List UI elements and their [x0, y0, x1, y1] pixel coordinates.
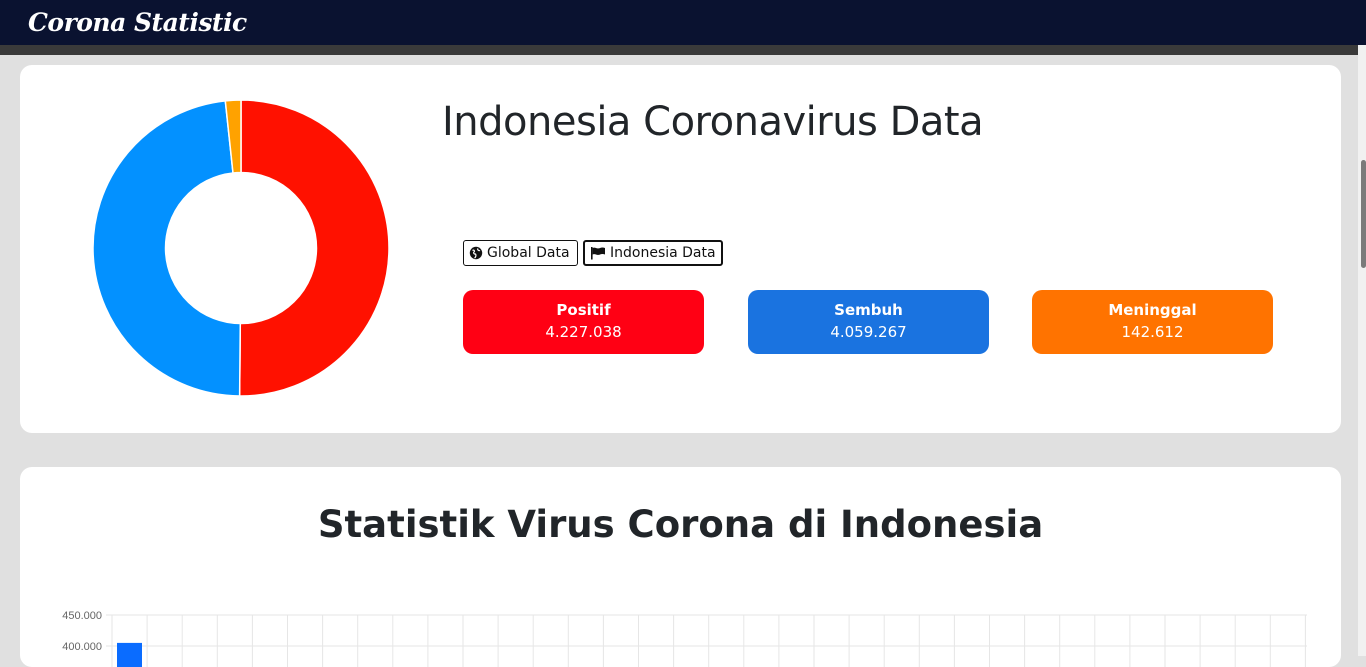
- scrollbar-thumb[interactable]: [1361, 160, 1366, 268]
- positive-stat-label: Positif: [556, 301, 611, 319]
- deaths-stat-value: 142.612: [1121, 323, 1184, 341]
- y-tick-label: 400.000: [62, 641, 102, 653]
- summary-title: Indonesia Coronavirus Data: [442, 99, 984, 145]
- positive-stat-value: 4.227.038: [545, 323, 622, 341]
- summary-card: Indonesia Coronavirus Data Global Data I…: [20, 65, 1341, 433]
- recovered-stat-card: Sembuh 4.059.267: [748, 290, 989, 354]
- donut-chart: [93, 100, 389, 396]
- bar[interactable]: [117, 642, 142, 667]
- navbar-shadow: [0, 45, 1360, 55]
- global-data-label: Global Data: [487, 245, 570, 261]
- donut-slice-sembuh[interactable]: [93, 100, 242, 396]
- indonesia-data-button[interactable]: Indonesia Data: [583, 240, 723, 266]
- flag-icon: [591, 247, 605, 260]
- scrollbar-track[interactable]: [1358, 45, 1366, 656]
- recovered-stat-label: Sembuh: [834, 301, 903, 319]
- indonesia-data-label: Indonesia Data: [610, 245, 716, 261]
- top-navbar: Corona Statistic: [0, 0, 1366, 45]
- y-tick-label: 450.000: [62, 610, 102, 622]
- statistics-card: Statistik Virus Corona di Indonesia 450.…: [20, 467, 1341, 667]
- statistics-bar-chart: 450.000 400.000: [62, 610, 1307, 667]
- recovered-stat-value: 4.059.267: [830, 323, 907, 341]
- deaths-stat-label: Meninggal: [1108, 301, 1197, 319]
- deaths-stat-card: Meninggal 142.612: [1032, 290, 1273, 354]
- brand-logo[interactable]: Corona Statistic: [28, 8, 247, 37]
- globe-icon: [469, 246, 483, 260]
- positive-stat-card: Positif 4.227.038: [463, 290, 704, 354]
- global-data-button[interactable]: Global Data: [463, 240, 578, 266]
- donut-slice-positif[interactable]: [238, 100, 389, 396]
